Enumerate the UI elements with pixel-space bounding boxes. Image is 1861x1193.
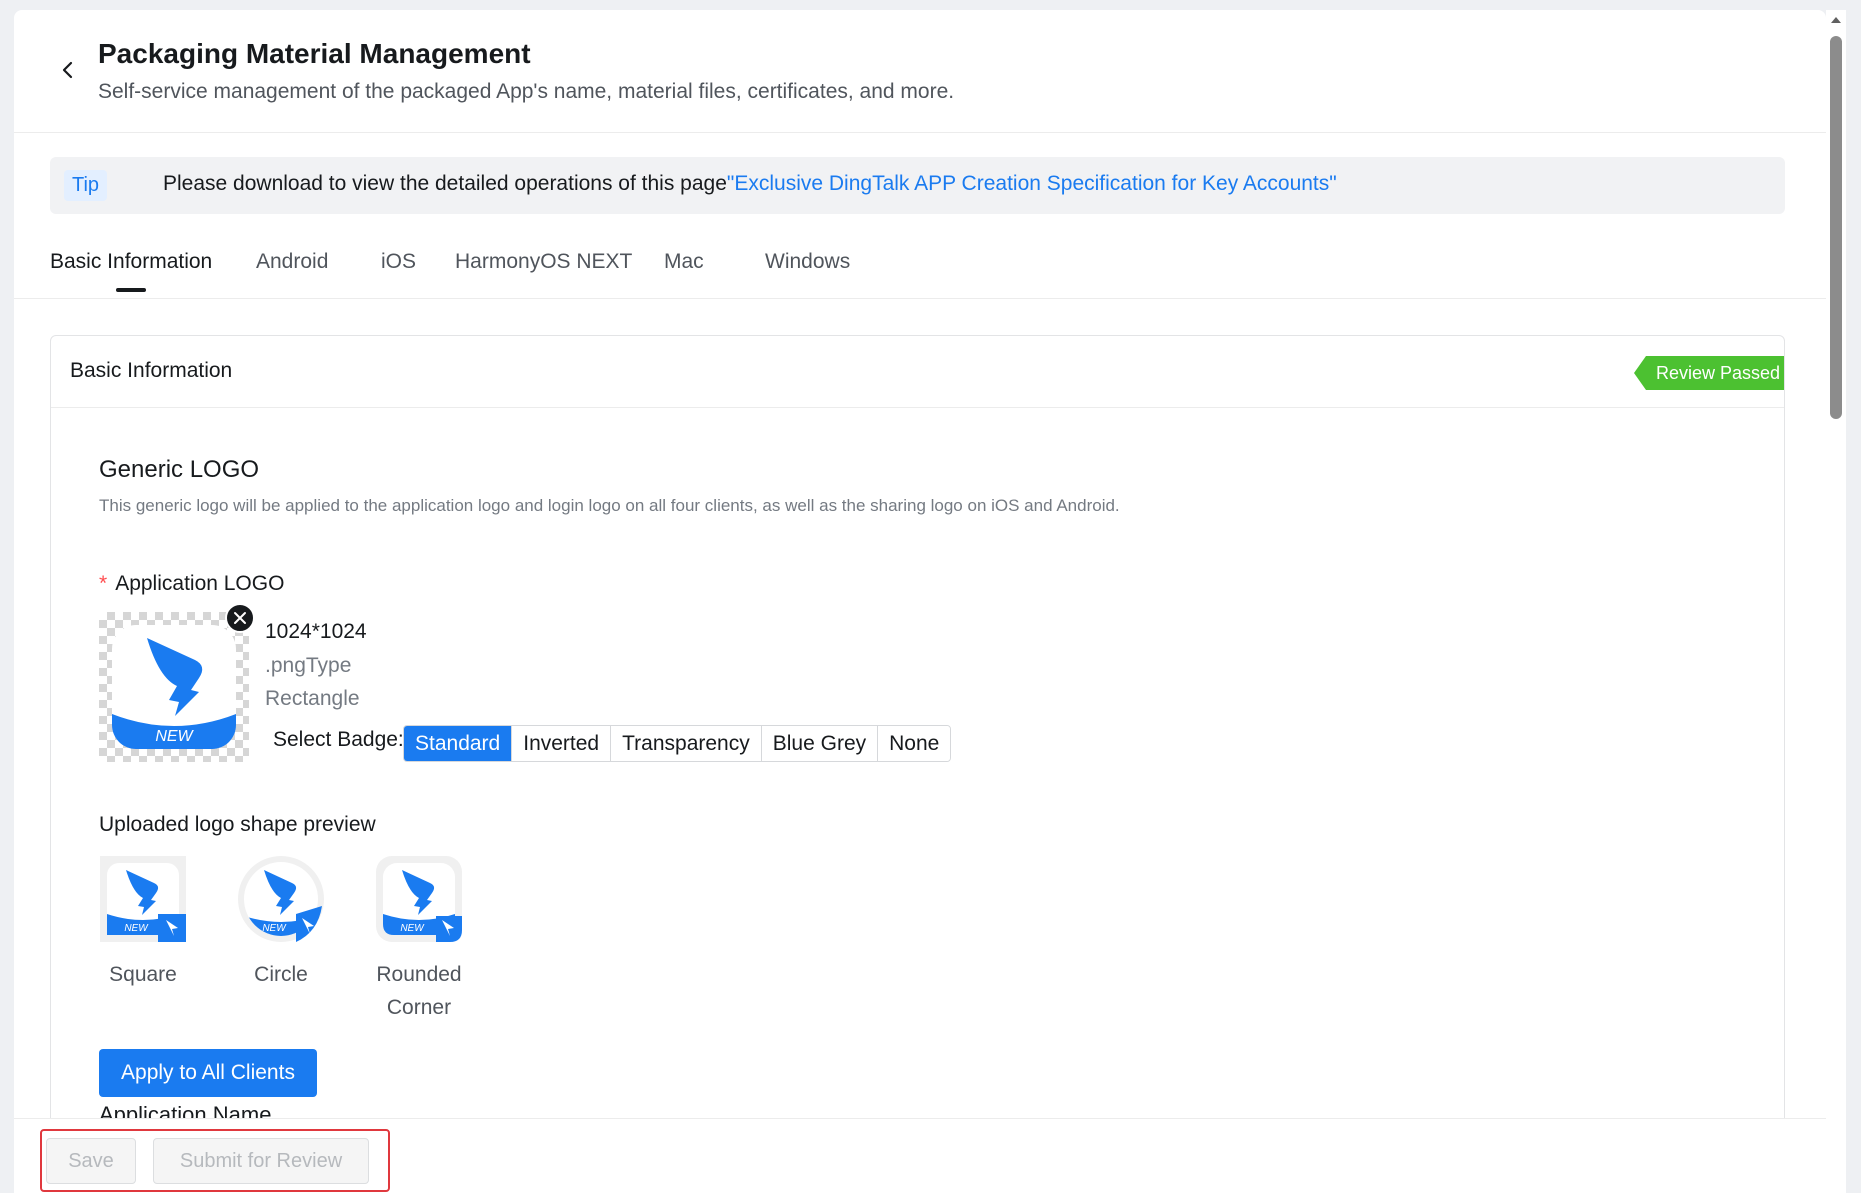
platform-tabs: Basic Information Android iOS HarmonyOS … — [50, 250, 1826, 298]
logo-shape-spec: Rectangle — [265, 687, 360, 710]
application-logo-label: * Application LOGO — [99, 572, 284, 596]
submit-for-review-button[interactable]: Submit for Review — [153, 1138, 369, 1184]
generic-logo-description: This generic logo will be applied to the… — [99, 496, 1120, 515]
tabs-divider — [14, 298, 1826, 299]
action-footer: Save Submit for Review — [14, 1118, 1826, 1193]
logo-type-spec: .pngType — [265, 654, 352, 677]
shape-preview-square: NEW Square — [93, 854, 193, 991]
save-button[interactable]: Save — [46, 1138, 136, 1184]
square-logo-preview: NEW — [98, 854, 188, 944]
shape-label-square: Square — [109, 963, 177, 986]
section-header: Basic Information Review Passed — [51, 336, 1784, 408]
apply-to-all-clients-button[interactable]: Apply to All Clients — [99, 1049, 317, 1097]
tip-badge: Tip — [64, 170, 108, 201]
app-logo-image: NEW — [112, 625, 236, 749]
application-logo-upload[interactable]: NEW — [99, 612, 249, 762]
generic-logo-title: Generic LOGO — [99, 456, 260, 483]
scroll-up-arrow-icon[interactable] — [1829, 13, 1843, 27]
remove-logo-button[interactable] — [225, 603, 255, 633]
square-badge-text: NEW — [124, 923, 149, 934]
badge-option-blue-grey[interactable]: Blue Grey — [761, 726, 879, 761]
badge-option-standard[interactable]: Standard — [404, 726, 513, 761]
shape-preview-circle: NEW Circle — [231, 854, 331, 991]
tab-mac[interactable]: Mac — [664, 250, 704, 298]
shape-preview-rounded-corner: NEW Rounded Corner — [369, 854, 469, 1024]
badge-option-transparency[interactable]: Transparency — [611, 726, 762, 761]
basic-information-section: Basic Information Review Passed Generic … — [50, 335, 1785, 1193]
shape-preview-title: Uploaded logo shape preview — [99, 813, 376, 836]
tab-ios[interactable]: iOS — [381, 250, 416, 298]
shape-label-rounded-corner: Rounded Corner — [376, 963, 462, 1019]
back-button[interactable] — [52, 54, 84, 86]
scrollbar-thumb[interactable] — [1830, 36, 1842, 419]
active-tab-indicator — [116, 288, 146, 292]
square-logo-image: NEW — [100, 856, 186, 942]
section-title: Basic Information — [70, 359, 233, 382]
rounded-logo-preview: NEW — [374, 854, 464, 944]
circle-logo-preview: NEW — [236, 854, 326, 944]
review-status-text: Review Passed — [1656, 363, 1781, 383]
tab-android[interactable]: Android — [256, 250, 328, 298]
page-header: Packaging Material Management Self-servi… — [14, 10, 1826, 133]
specification-link[interactable]: "Exclusive DingTalk APP Creation Specifi… — [727, 172, 1337, 195]
circle-badge-text: NEW — [262, 923, 287, 934]
tab-harmonyos-next[interactable]: HarmonyOS NEXT — [455, 250, 632, 298]
tip-bar: Tip Please download to view the detailed… — [50, 157, 1785, 214]
required-mark: * — [99, 572, 108, 595]
rounded-badge-text: NEW — [400, 923, 425, 934]
page-subtitle: Self-service management of the packaged … — [98, 80, 955, 103]
badge-option-none[interactable]: None — [878, 726, 951, 761]
close-icon — [234, 612, 246, 624]
shape-label-circle: Circle — [254, 963, 308, 986]
tip-text: Please download to view the detailed ope… — [163, 172, 1337, 196]
main-card: Packaging Material Management Self-servi… — [14, 10, 1826, 1193]
badge-option-inverted[interactable]: Inverted — [512, 726, 612, 761]
circle-logo-image: NEW — [238, 856, 324, 942]
logo-badge-text: NEW — [155, 728, 194, 745]
tip-message: Please download to view the detailed ope… — [163, 172, 727, 195]
badge-selector: Standard Inverted Transparency Blue Grey… — [403, 725, 952, 762]
page-title: Packaging Material Management — [98, 38, 531, 69]
tab-windows[interactable]: Windows — [765, 250, 850, 298]
select-badge-label: Select Badge: — [273, 728, 404, 751]
chevron-left-icon — [62, 61, 73, 79]
logo-size-spec: 1024*1024 — [265, 620, 367, 643]
rounded-logo-image: NEW — [376, 856, 462, 942]
application-logo-label-text: Application LOGO — [115, 572, 285, 595]
review-status-badge: Review Passed — [1634, 356, 1784, 390]
